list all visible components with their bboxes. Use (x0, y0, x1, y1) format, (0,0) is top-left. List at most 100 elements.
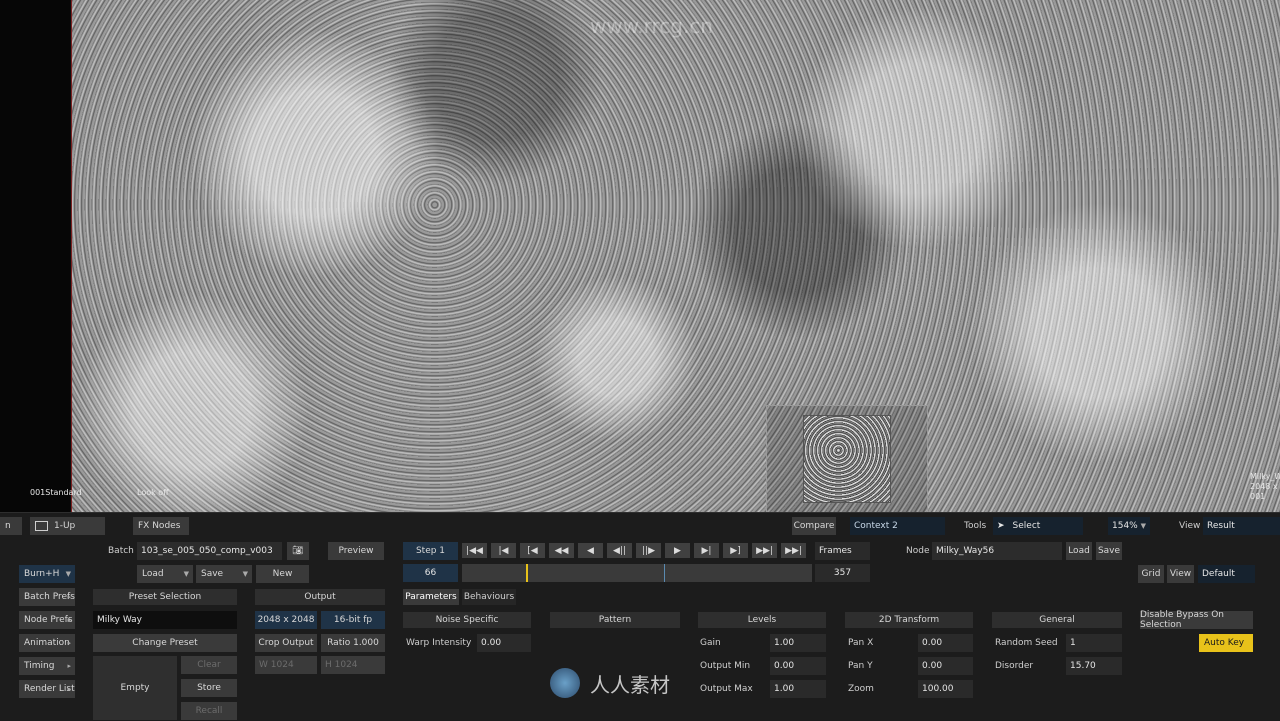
current-frame-field[interactable]: 66 (403, 564, 458, 582)
ratio-button[interactable]: Ratio 1.000 (321, 634, 385, 652)
pan-y-label: Pan Y (848, 661, 873, 671)
tab-behaviours[interactable]: Behaviours (462, 589, 516, 605)
zoom-field[interactable]: 100.00 (918, 680, 973, 698)
chevron-right-icon: ▸ (67, 639, 71, 647)
output-min-field[interactable]: 0.00 (770, 657, 826, 675)
pan-x-label: Pan X (848, 638, 874, 648)
monitor-icon (35, 521, 48, 531)
navigator-thumbnail (803, 415, 891, 503)
chevron-right-icon: ▸ (67, 685, 71, 693)
chevron-down-icon: ▼ (183, 570, 189, 578)
change-preset-button[interactable]: Change Preset (93, 634, 237, 652)
watermark-logo: 人人素材 (550, 668, 670, 698)
menu-animation[interactable]: Animation ▸ (19, 634, 75, 652)
fx-nodes-button[interactable]: FX Nodes (133, 517, 189, 535)
height-field[interactable]: H 1024 (321, 656, 385, 674)
pattern-header: Pattern (550, 612, 680, 628)
snapshot-button[interactable]: 📷︎ (287, 542, 309, 560)
watermark-brand: 人人素材 (590, 672, 670, 697)
disorder-field[interactable]: 15.70 (1066, 657, 1122, 675)
logo-circle-icon (550, 668, 580, 698)
node-name-field[interactable]: Milky_Way56 (932, 542, 1062, 560)
menu-render-list[interactable]: Render List ▸ (19, 680, 75, 698)
step-forward-button[interactable]: ||▶ (636, 543, 661, 558)
general-header: General (992, 612, 1122, 628)
context-field[interactable]: Context 2 (850, 517, 945, 535)
select-tool[interactable]: ➤ Select (993, 517, 1083, 535)
prev-key-button[interactable]: |◀ (491, 543, 516, 558)
menu-batch-prefs[interactable]: Batch Prefs ▸ (19, 588, 75, 606)
select-label: Select (1012, 521, 1041, 531)
resolution-button[interactable]: 2048 x 2048 (255, 611, 317, 629)
viewport-standard-label: 001Standard (30, 488, 82, 497)
noise-specific-header: Noise Specific (403, 612, 531, 628)
node-save-button[interactable]: Save (1096, 542, 1122, 560)
pan-y-field[interactable]: 0.00 (918, 657, 973, 675)
save-batch-button[interactable]: Save ▼ (196, 565, 252, 583)
disorder-label: Disorder (995, 661, 1034, 671)
play-button[interactable]: ▶ (665, 543, 690, 558)
auto-key-toggle[interactable]: Auto Key (1199, 634, 1253, 652)
tab-parameters[interactable]: Parameters (403, 589, 459, 605)
timeline-playhead[interactable] (526, 564, 528, 582)
pan-x-field[interactable]: 0.00 (918, 634, 973, 652)
pointer-icon: ➤ (997, 521, 1005, 531)
end-frame-field[interactable]: 357 (815, 564, 870, 582)
play-reverse-button[interactable]: ◀ (578, 543, 603, 558)
random-seed-field[interactable]: 1 (1066, 634, 1122, 652)
batch-name-field[interactable]: 103_se_005_050_comp_v003 (137, 542, 282, 560)
viewport-look-label: Look off (137, 488, 169, 497)
preset-name-field[interactable]: Milky Way (93, 611, 237, 629)
next-key-button[interactable]: ▶| (694, 543, 719, 558)
save-label: Save (201, 569, 224, 579)
levels-header: Levels (698, 612, 826, 628)
goto-end-button[interactable]: ▶▶| (781, 543, 806, 558)
in-point-button[interactable]: [◀ (520, 543, 545, 558)
out-point-button[interactable]: ▶] (723, 543, 748, 558)
width-field[interactable]: W 1024 (255, 656, 317, 674)
clear-button[interactable]: Clear (181, 656, 237, 674)
step-back-button[interactable]: ◀|| (607, 543, 632, 558)
store-button[interactable]: Store (181, 679, 237, 697)
output-max-field[interactable]: 1.00 (770, 680, 826, 698)
view-mode-field[interactable]: Default (1198, 565, 1255, 583)
grid-button[interactable]: Grid (1138, 565, 1164, 583)
tab-partial[interactable]: n (0, 517, 22, 535)
gain-field[interactable]: 1.00 (770, 634, 826, 652)
layout-label: 1-Up (54, 521, 76, 531)
output-header: Output (255, 589, 385, 605)
zoom-dropdown[interactable]: 154% ▼ (1108, 517, 1150, 535)
next-frame-button[interactable]: ▶▶| (752, 543, 777, 558)
navigator-box[interactable] (766, 405, 928, 514)
layout-button[interactable]: 1-Up (30, 517, 105, 535)
bitdepth-button[interactable]: 16-bit fp (321, 611, 385, 629)
compare-button[interactable]: Compare (792, 517, 836, 535)
timeline-out-marker (664, 564, 665, 582)
new-batch-button[interactable]: New (256, 565, 309, 583)
rewind-button[interactable]: ◀◀ (549, 543, 574, 558)
frames-mode[interactable]: Frames (815, 542, 870, 560)
warp-intensity-field[interactable]: 0.00 (477, 634, 531, 652)
chevron-down-icon: ▼ (1140, 522, 1146, 530)
menu-node-prefs[interactable]: Node Prefs ▸ (19, 611, 75, 629)
warp-intensity-label: Warp Intensity (406, 638, 472, 648)
noise-render[interactable] (71, 0, 1280, 512)
node-load-button[interactable]: Load (1066, 542, 1092, 560)
recall-button[interactable]: Recall (181, 702, 237, 720)
view-dropdown[interactable]: Result (1203, 517, 1280, 535)
watermark-site: www.rrcg.cn (590, 14, 713, 38)
load-label: Load (142, 569, 164, 579)
timeline-scrubber[interactable] (462, 564, 812, 582)
viewport-margin (0, 0, 70, 512)
load-batch-button[interactable]: Load ▼ (137, 565, 193, 583)
preset-selection-header: Preset Selection (93, 589, 237, 605)
step-button[interactable]: Step 1 (403, 542, 458, 560)
crop-output-button[interactable]: Crop Output (255, 634, 317, 652)
node-view-button[interactable]: View (1167, 565, 1194, 583)
preset-slot-empty[interactable]: Empty (93, 656, 177, 720)
menu-timing[interactable]: Timing ▸ (19, 657, 75, 675)
burn-dropdown[interactable]: Burn+H ▼ (19, 565, 75, 583)
disable-bypass-button[interactable]: Disable Bypass On Selection (1140, 610, 1253, 630)
preview-button[interactable]: Preview (328, 542, 384, 560)
goto-start-button[interactable]: |◀◀ (462, 543, 487, 558)
